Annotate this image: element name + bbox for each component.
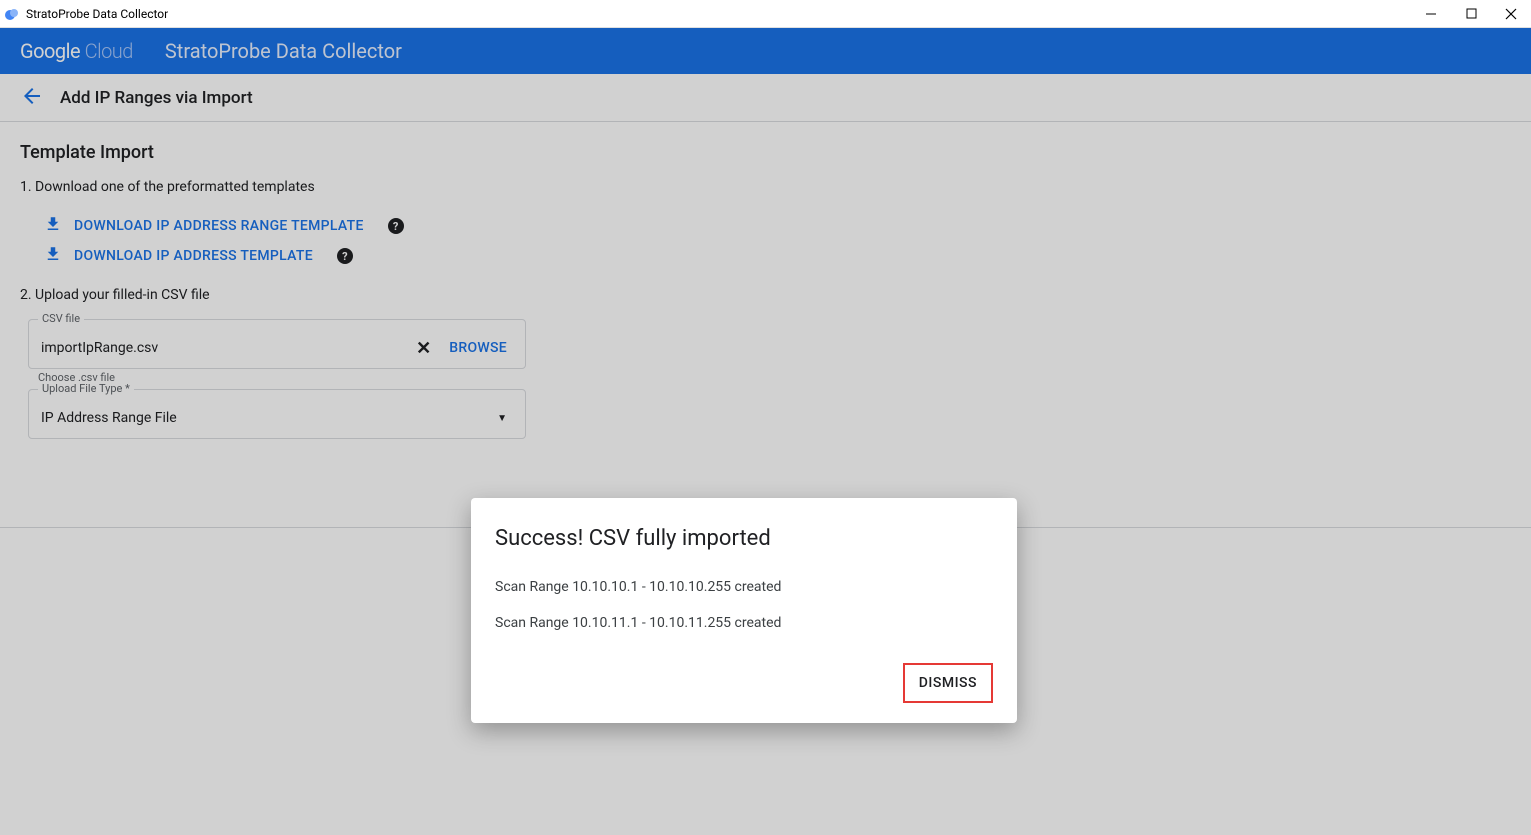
step-1-text: 1. Download one of the preformatted temp…	[20, 179, 1511, 195]
file-type-label: Upload File Type *	[38, 382, 134, 395]
file-type-value: IP Address Range File	[41, 410, 497, 426]
minimize-button[interactable]	[1423, 6, 1439, 22]
csv-file-input-group: CSV file importIpRange.csv ✕ BROWSE	[28, 319, 526, 369]
csv-file-value: importIpRange.csv	[41, 340, 416, 356]
section-title: Template Import	[20, 142, 1511, 163]
download-address-template-link[interactable]: DOWNLOAD IP ADDRESS TEMPLATE ?	[44, 245, 1511, 267]
page-title: Add IP Ranges via Import	[60, 88, 253, 108]
csv-file-label: CSV file	[38, 312, 84, 325]
modal-message-1: Scan Range 10.10.10.1 - 10.10.10.255 cre…	[495, 579, 993, 595]
file-type-input-group: Choose .csv file Upload File Type * IP A…	[28, 389, 526, 439]
download-range-label: DOWNLOAD IP ADDRESS RANGE TEMPLATE	[74, 218, 364, 234]
csv-file-input[interactable]: importIpRange.csv ✕ BROWSE	[28, 319, 526, 369]
download-range-template-link[interactable]: DOWNLOAD IP ADDRESS RANGE TEMPLATE ?	[44, 215, 1511, 237]
modal-actions: DISMISS	[495, 663, 993, 703]
help-icon[interactable]: ?	[388, 218, 404, 234]
download-icon	[44, 245, 62, 267]
back-arrow-icon[interactable]	[20, 84, 44, 112]
window-title-bar: StratoProbe Data Collector	[0, 0, 1531, 28]
app-title: StratoProbe Data Collector	[165, 39, 402, 63]
window-title: StratoProbe Data Collector	[26, 7, 168, 21]
step-2-text: 2. Upload your filled-in CSV file	[20, 287, 1511, 303]
sub-header: Add IP Ranges via Import	[0, 74, 1531, 122]
modal-message-2: Scan Range 10.10.11.1 - 10.10.11.255 cre…	[495, 615, 993, 631]
app-header: Google Cloud StratoProbe Data Collector	[0, 28, 1531, 74]
main-content: Template Import 1. Download one of the p…	[0, 122, 1531, 467]
maximize-button[interactable]	[1463, 6, 1479, 22]
download-icon	[44, 215, 62, 237]
window-controls	[1423, 6, 1527, 22]
clear-icon[interactable]: ✕	[416, 338, 431, 359]
app-icon	[4, 6, 20, 22]
download-address-label: DOWNLOAD IP ADDRESS TEMPLATE	[74, 248, 313, 264]
browse-button[interactable]: BROWSE	[449, 340, 513, 356]
success-modal: Success! CSV fully imported Scan Range 1…	[471, 498, 1017, 723]
close-button[interactable]	[1503, 6, 1519, 22]
chevron-down-icon: ▼	[497, 413, 513, 424]
modal-title: Success! CSV fully imported	[495, 526, 993, 551]
brand-logo: Google Cloud	[20, 39, 133, 63]
file-type-select[interactable]: IP Address Range File ▼	[28, 389, 526, 439]
dismiss-button[interactable]: DISMISS	[903, 663, 993, 703]
help-icon[interactable]: ?	[337, 248, 353, 264]
